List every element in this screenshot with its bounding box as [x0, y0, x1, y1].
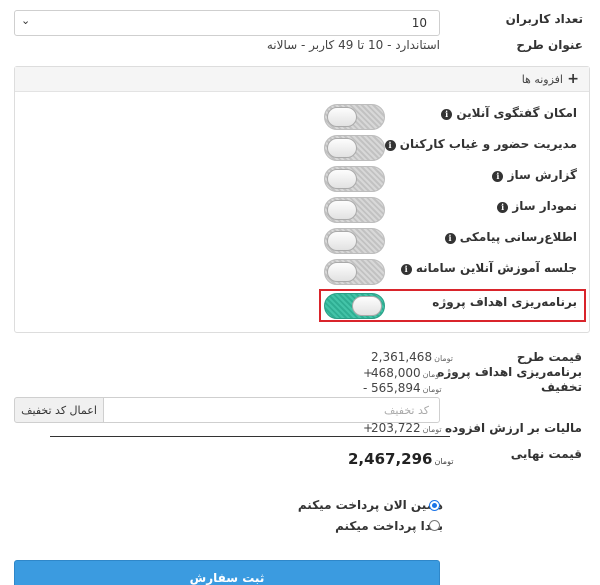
submit-order-button[interactable]: ثبت سفارش: [14, 560, 440, 585]
addon-label: جلسه آموزش آنلاین سامانه i: [398, 261, 577, 275]
users-count-value: 10: [411, 16, 427, 30]
addon-toggle-report-builder[interactable]: [324, 166, 385, 192]
pay-later-option[interactable]: بعدا پرداخت میکنم: [335, 519, 443, 535]
addons-panel-title: افزونه ها: [521, 73, 563, 86]
info-icon[interactable]: i: [441, 109, 453, 120]
divider: [50, 436, 450, 437]
addon-row-chart-builder: نمودار ساز i: [15, 197, 589, 225]
total-price-value: 2,467,296 تومان: [348, 450, 454, 468]
plan-price-value: 2,361,468 تومان: [371, 350, 454, 364]
addon-label: نمودار ساز i: [494, 199, 577, 213]
chevron-down-icon: ⌄: [21, 14, 31, 27]
pay-later-label: بعدا پرداخت میکنم: [335, 519, 443, 533]
addon-label: مدیریت حضور و غیاب کارکنان i: [382, 137, 577, 151]
pay-now-option[interactable]: همین الان پرداخت میکنم: [298, 498, 443, 514]
addon-row-attendance: مدیریت حضور و غیاب کارکنان i: [15, 135, 589, 163]
vat-label: مالیات بر ارزش افزوده: [444, 421, 582, 435]
users-count-select[interactable]: 10 ⌄: [14, 10, 440, 36]
vat-value: +203,722 تومان: [363, 421, 442, 435]
addons-panel: + افزونه ها امکان گفتگوی آنلاین i مدیریت…: [14, 66, 590, 333]
toggle-knob: [327, 107, 357, 127]
addon-label: اطلاع‌رسانی پیامکی i: [442, 230, 577, 244]
plan-title-value: استاندارد - 10 تا 49 کاربر - سالانه: [266, 38, 440, 52]
addon-row-report-builder: گزارش ساز i: [15, 166, 589, 194]
info-icon[interactable]: i: [492, 171, 504, 182]
addon-toggle-sms[interactable]: [324, 228, 385, 254]
addon-toggle-attendance[interactable]: [324, 135, 385, 161]
addon-toggle-training[interactable]: [324, 259, 385, 285]
plan-price-label: قیمت طرح: [516, 350, 582, 364]
addon-price-label: برنامه‌ریزی اهداف پروژه: [437, 365, 582, 379]
discount-group: اعمال کد تخفیف: [14, 397, 440, 423]
info-icon[interactable]: i: [444, 233, 456, 244]
addon-row-training: جلسه آموزش آنلاین سامانه i: [15, 259, 589, 287]
toggle-knob: [327, 262, 357, 282]
apply-discount-button[interactable]: اعمال کد تخفیف: [14, 397, 104, 423]
plan-title-label: عنوان طرح: [516, 38, 583, 52]
pay-later-radio[interactable]: [429, 520, 440, 531]
addon-label: امکان گفتگوی آنلاین i: [438, 106, 577, 120]
addon-row-sms: اطلاع‌رسانی پیامکی i: [15, 228, 589, 256]
discount-label: تخفیف: [541, 380, 582, 394]
total-price-label: قیمت نهایی: [510, 447, 582, 461]
discount-value: -565,894 تومان: [363, 381, 442, 395]
addon-row-online-chat: امکان گفتگوی آنلاین i: [15, 104, 589, 132]
info-icon[interactable]: i: [400, 264, 412, 275]
users-count-label: تعداد کاربران: [505, 12, 583, 26]
addon-toggle-chart-builder[interactable]: [324, 197, 385, 223]
highlight-box: [319, 289, 586, 322]
info-icon[interactable]: i: [497, 202, 509, 213]
toggle-knob: [327, 231, 357, 251]
pay-now-label: همین الان پرداخت میکنم: [297, 498, 443, 512]
toggle-knob: [327, 138, 357, 158]
addon-label: گزارش ساز i: [489, 168, 577, 182]
toggle-knob: [327, 200, 357, 220]
toggle-knob: [327, 169, 357, 189]
addons-panel-header[interactable]: + افزونه ها: [15, 67, 589, 92]
addon-price-value: +468,000 تومان: [363, 366, 442, 380]
info-icon[interactable]: i: [384, 140, 396, 151]
pay-now-radio[interactable]: [429, 500, 440, 511]
discount-code-input[interactable]: [103, 397, 440, 423]
plus-icon: +: [567, 71, 579, 87]
addon-toggle-online-chat[interactable]: [324, 104, 385, 130]
